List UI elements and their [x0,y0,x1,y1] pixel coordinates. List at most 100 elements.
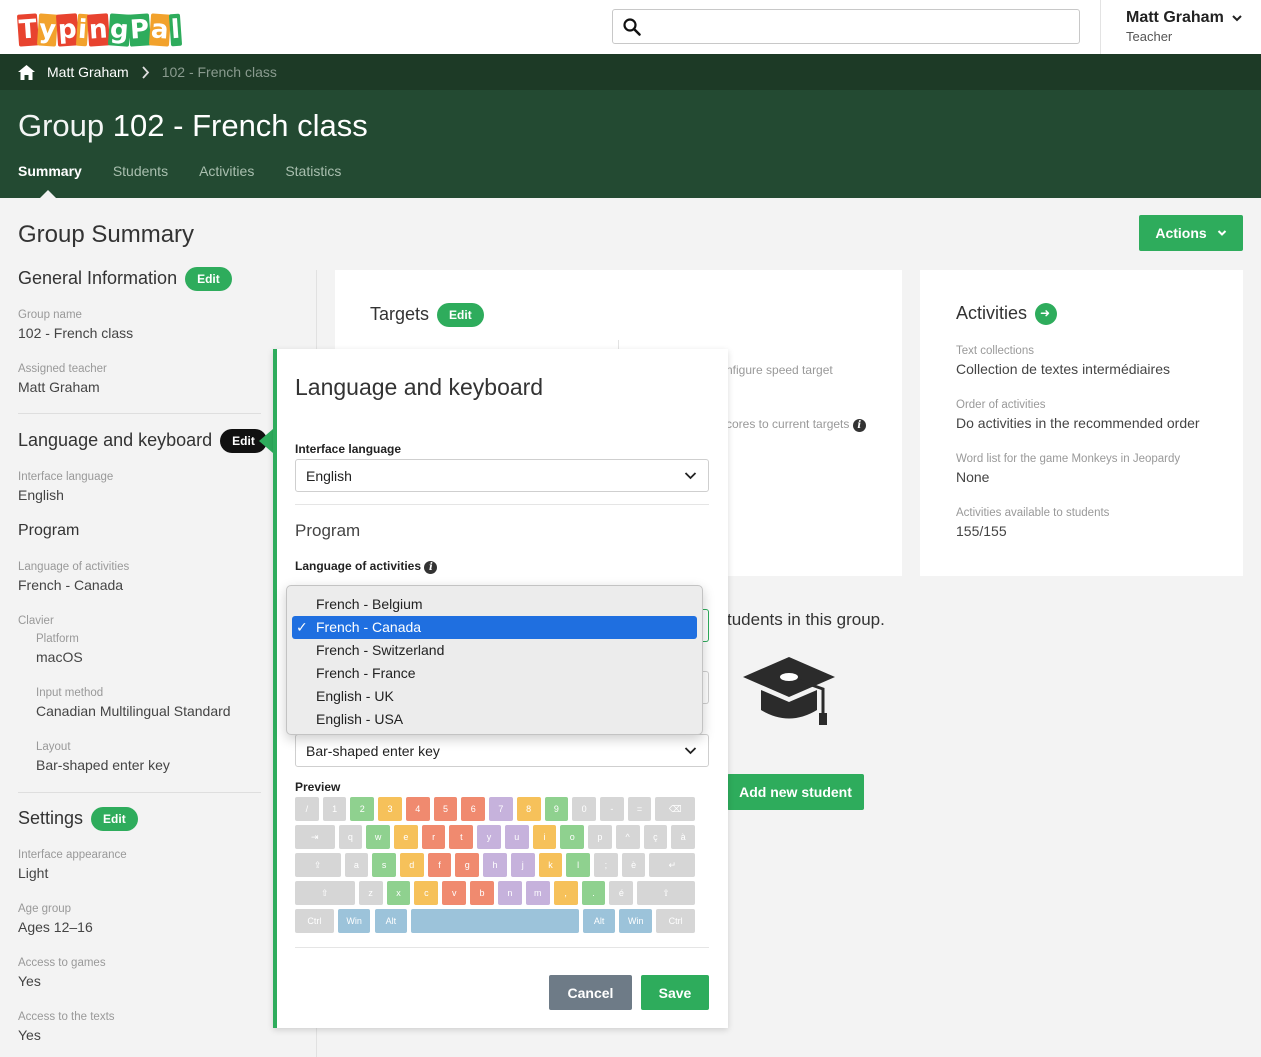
keyboard-key: 6 [461,797,486,821]
keyboard-key: Alt [582,909,616,933]
cancel-button[interactable]: Cancel [549,975,632,1010]
search-input[interactable] [612,9,1080,44]
keyboard-key: 4 [405,797,430,821]
logo-letter: T [16,13,39,47]
activities-language-field-text: Language of activities [295,559,422,573]
keyboard-key: g [455,853,480,877]
word-list-value: None [956,469,990,485]
logo-letter: n [87,13,110,47]
tab-bar: Summary Students Activities Statistics [18,163,341,179]
keyboard-key: a [344,853,369,877]
option-french-france[interactable]: French - France [292,662,697,685]
layout-value: Bar-shaped enter key [36,757,170,773]
no-students-message: tudents in this group. [727,610,885,629]
home-icon[interactable] [18,64,35,80]
teacher-label: Assigned teacher [18,363,107,375]
clavier-label: Clavier [18,615,54,627]
keyboard-key: y [477,825,501,849]
keyboard-key: s [372,853,396,877]
keyboard-key: 0 [572,797,596,821]
general-info-heading: General Information Edit [18,267,232,291]
keyboard-key: r [421,825,446,849]
edit-targets-button[interactable]: Edit [437,303,484,327]
configure-speed-target-text: nfigure speed target [726,363,833,377]
activity-order-value: Do activities in the recommended order [956,415,1200,431]
keyboard-key: , [553,881,578,905]
breadcrumb-home-link[interactable]: Matt Graham [47,64,129,80]
keyboard-key: m [525,881,550,905]
chevron-down-icon [684,747,697,755]
input-method-label: Input method [36,687,104,699]
info-icon[interactable]: i [424,561,438,574]
keyboard-key: Ctrl [295,909,334,933]
activities-card: Activities Text collections Collection d… [920,270,1243,576]
activity-order-label: Order of activities [956,399,1046,411]
user-menu[interactable]: Matt Graham Teacher [1100,0,1261,54]
program-subheading: Program [295,521,361,540]
chevron-down-icon [1232,15,1242,22]
keyboard-key: x [386,881,411,905]
keyboard-key: / [295,797,319,821]
chevron-down-icon [1217,230,1226,236]
logo-letter: P [128,13,152,47]
actions-button[interactable]: Actions [1139,215,1243,251]
platform-value: macOS [36,649,83,665]
keyboard-key: Ctrl [656,909,695,933]
interface-language-select[interactable]: English [295,459,709,492]
layout-label: Layout [36,741,71,753]
text-collections-value: Collection de textes intermédiaires [956,361,1170,377]
logo-letter: p [55,13,79,47]
keyboard-key: d [399,853,424,877]
edit-settings-button[interactable]: Edit [91,807,138,831]
keyboard-key: ç [643,825,668,849]
save-button[interactable]: Save [641,975,709,1010]
texts-access-label: Access to the texts [18,1011,115,1023]
arrow-right-icon[interactable] [1035,303,1058,326]
edit-general-button[interactable]: Edit [185,267,232,291]
activities-heading: Activities [956,303,1058,326]
keyboard-key: 3 [378,797,402,821]
general-info-title: General Information [18,267,178,288]
tab-summary[interactable]: Summary [18,163,82,179]
keyboard-key: k [538,853,563,877]
activities-available-value: 155/155 [956,523,1007,539]
tab-activities[interactable]: Activities [199,163,254,179]
activities-available-label: Activities available to students [956,507,1110,519]
keyboard-key: = [627,797,652,821]
appearance-value: Light [18,865,49,881]
tab-statistics[interactable]: Statistics [285,163,341,179]
scores-to-targets-label: cores to current targets [726,417,850,431]
breadcrumb-current: 102 - French class [161,64,277,80]
page-title: Group 102 - French class [18,108,368,144]
keyboard-key: w [366,825,391,849]
option-english-usa[interactable]: English - USA [292,708,697,731]
tab-students[interactable]: Students [113,163,168,179]
add-new-student-button[interactable]: Add new student [727,774,864,810]
layout-select[interactable]: Bar-shaped enter key [295,734,709,767]
targets-heading: Targets Edit [370,303,484,327]
keyboard-key: - [599,797,624,821]
keyboard-key: c [414,881,439,905]
info-icon[interactable]: i [852,419,866,432]
games-access-value: Yes [18,973,41,989]
keyboard-key: z [358,881,383,905]
option-english-uk[interactable]: English - UK [292,685,697,708]
option-french-belgium[interactable]: French - Belgium [292,593,697,616]
option-french-canada[interactable]: ✓ French - Canada [292,616,697,639]
keyboard-key: 7 [489,797,513,821]
keyboard-key: f [427,853,452,877]
preview-label: Preview [295,780,341,794]
activities-title: Activities [956,303,1028,323]
keyboard-key: p [588,825,612,849]
word-list-label: Word list for the game Monkeys in Jeopar… [956,453,1181,465]
checkmark-icon: ✓ [296,619,308,635]
logo-letter: g [107,13,131,47]
platform-label: Platform [36,633,79,645]
divider [18,792,261,793]
typingpal-logo[interactable]: TypingPal [16,6,183,47]
program-heading: Program [18,522,80,539]
keyboard-key: j [510,853,535,877]
keyboard-key: ^ [615,825,640,849]
option-french-switzerland[interactable]: French - Switzerland [292,639,697,662]
keyboard-key: i [532,825,557,849]
